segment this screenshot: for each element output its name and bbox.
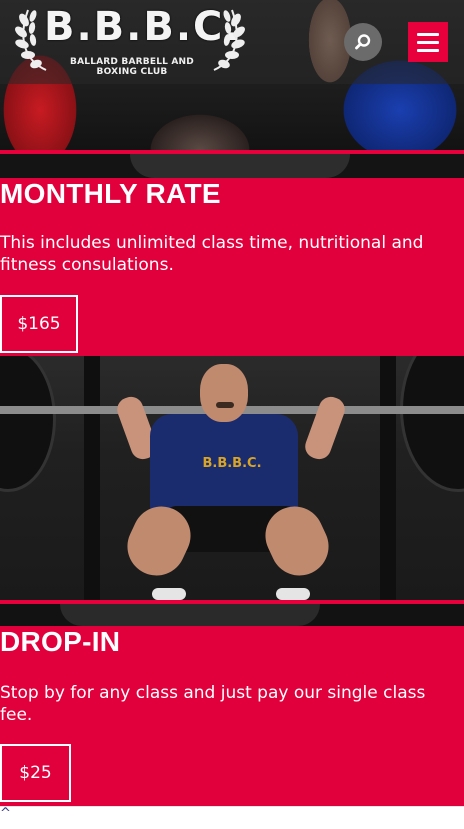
hamburger-menu-icon-bar-top [417, 32, 439, 36]
logo-subtitle: BALLARD BARBELL AND BOXING CLUB [70, 57, 194, 77]
search-icon [355, 34, 371, 50]
right-shoe [276, 588, 310, 600]
site-header: B.B.B.C. BALLARD BARBELL AND BOXING CLUB [0, 0, 464, 84]
weight-plate-right [400, 356, 464, 492]
pricing-description: Stop by for any class and just pay our s… [0, 683, 426, 725]
pricing-card-monthly: MONTHLY RATE This includes unlimited cla… [0, 178, 464, 356]
hamburger-menu-icon-bar-bottom [417, 48, 439, 52]
athlete-mustache [216, 402, 234, 408]
shirt-logo: B.B.B.C. [202, 456, 262, 471]
athlete-photo: B.B.B.C. [0, 356, 464, 602]
athlete-head [200, 364, 248, 422]
menu-button[interactable] [408, 22, 448, 62]
price-button[interactable]: $25 [0, 744, 71, 802]
laurel-right-icon [213, 9, 245, 71]
price-button[interactable]: $165 [0, 295, 78, 353]
left-shoe [152, 588, 186, 600]
weight-plate-left [0, 356, 56, 492]
hero-bottom-shape [130, 154, 350, 178]
back-to-top-link[interactable]: ^ [0, 806, 11, 821]
pricing-card-drop-in: DROP-IN Stop by for any class and just p… [0, 626, 464, 806]
search-button[interactable] [344, 23, 382, 61]
squat-rack-left [84, 356, 100, 602]
site-logo[interactable]: B.B.B.C. BALLARD BARBELL AND BOXING CLUB [14, 0, 245, 80]
footer [0, 806, 464, 829]
pricing-description: This includes unlimited class time, nutr… [0, 233, 424, 275]
hamburger-menu-icon-bar-middle [417, 40, 439, 44]
pricing-title: DROP-IN [0, 626, 121, 657]
squat-rack-right [380, 356, 396, 602]
pricing-title: MONTHLY RATE [0, 178, 221, 209]
photo-bottom-shape [60, 604, 320, 626]
right-arm [301, 393, 349, 463]
logo-title: B.B.B.C. [44, 4, 242, 50]
page: B.B.B.C. BALLARD BARBELL AND BOXING CLUB [0, 0, 464, 829]
